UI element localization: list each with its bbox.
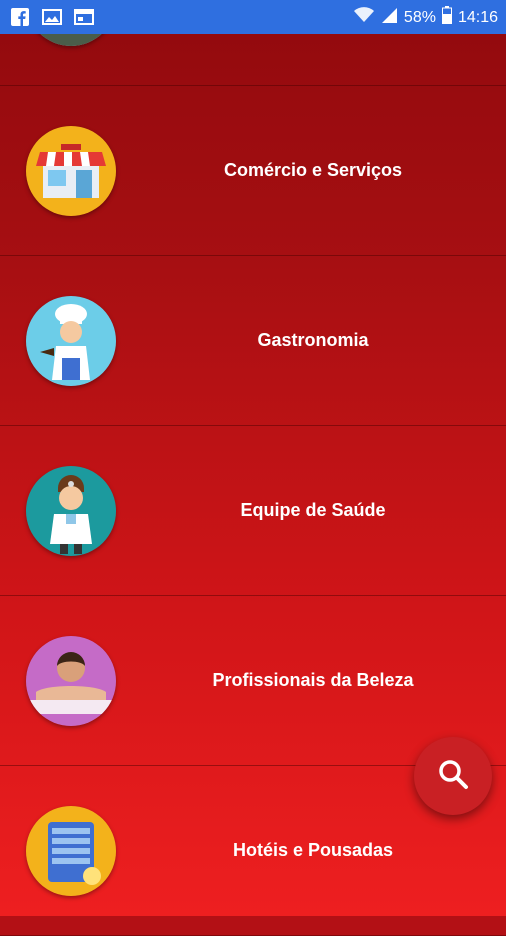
category-row-comercio[interactable]: Comércio e Serviços [0,86,506,256]
category-label: Comércio e Serviços [223,160,403,180]
hotel-avatar-icon [26,806,116,896]
category-label: Gastronomia [257,330,369,350]
gallery-icon [42,7,62,27]
search-button[interactable] [414,737,492,815]
facebook-icon [10,7,30,27]
category-label: Equipe de Saúde [240,500,386,520]
search-icon [436,757,470,796]
category-row-beleza[interactable]: Profissionais da Beleza [0,596,506,766]
signal-icon [380,7,398,28]
category-row-gastronomia[interactable]: Gastronomia [0,256,506,426]
spa-avatar-icon [26,636,116,726]
status-bar: 58% 14:16 [0,0,506,34]
category-row-saude[interactable]: Equipe de Saúde [0,426,506,596]
doctor-avatar-icon [26,466,116,556]
wifi-icon [353,7,374,28]
battery-icon [441,6,452,29]
battery-percent: 58% [403,8,436,26]
chef-avatar-icon [26,296,116,386]
shop-avatar-icon [26,126,116,216]
browser-icon [74,7,94,27]
clock: 14:16 [457,8,498,26]
